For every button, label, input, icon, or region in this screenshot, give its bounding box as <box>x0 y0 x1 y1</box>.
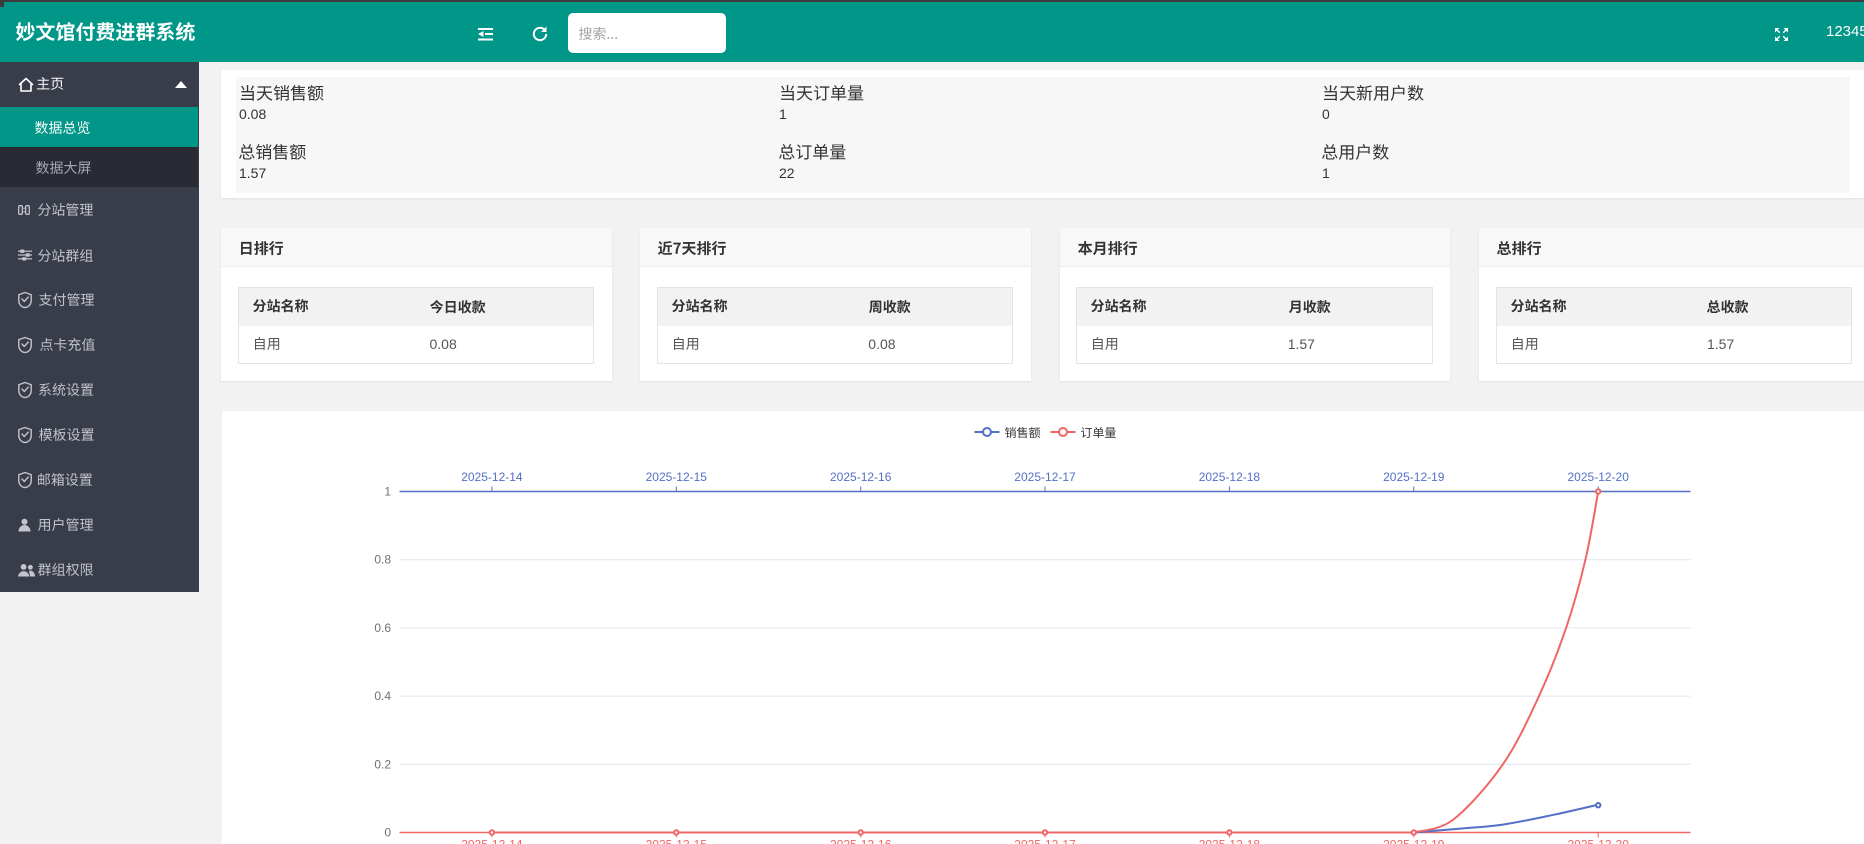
svg-text:2025-12-15: 2025-12-15 <box>645 838 707 844</box>
svg-text:1: 1 <box>384 485 391 499</box>
svg-text:2025-12-19: 2025-12-19 <box>1383 838 1445 844</box>
svg-text:2025-12-18: 2025-12-18 <box>1198 838 1260 844</box>
svg-text:2025-12-14: 2025-12-14 <box>461 838 523 844</box>
svg-text:2025-12-15: 2025-12-15 <box>645 470 707 484</box>
svg-text:2025-12-20: 2025-12-20 <box>1567 838 1629 844</box>
svg-text:2025-12-14: 2025-12-14 <box>461 470 523 484</box>
svg-text:2025-12-16: 2025-12-16 <box>830 838 892 844</box>
svg-text:0.2: 0.2 <box>374 757 391 771</box>
svg-text:0.6: 0.6 <box>374 621 391 635</box>
svg-text:0.4: 0.4 <box>374 689 391 703</box>
svg-text:0.8: 0.8 <box>374 553 391 567</box>
svg-text:2025-12-20: 2025-12-20 <box>1567 470 1629 484</box>
svg-text:0: 0 <box>384 826 391 840</box>
svg-text:2025-12-19: 2025-12-19 <box>1383 470 1445 484</box>
svg-text:2025-12-17: 2025-12-17 <box>1014 470 1076 484</box>
svg-text:2025-12-18: 2025-12-18 <box>1198 470 1260 484</box>
svg-text:2025-12-16: 2025-12-16 <box>830 470 892 484</box>
svg-text:2025-12-17: 2025-12-17 <box>1014 838 1076 844</box>
